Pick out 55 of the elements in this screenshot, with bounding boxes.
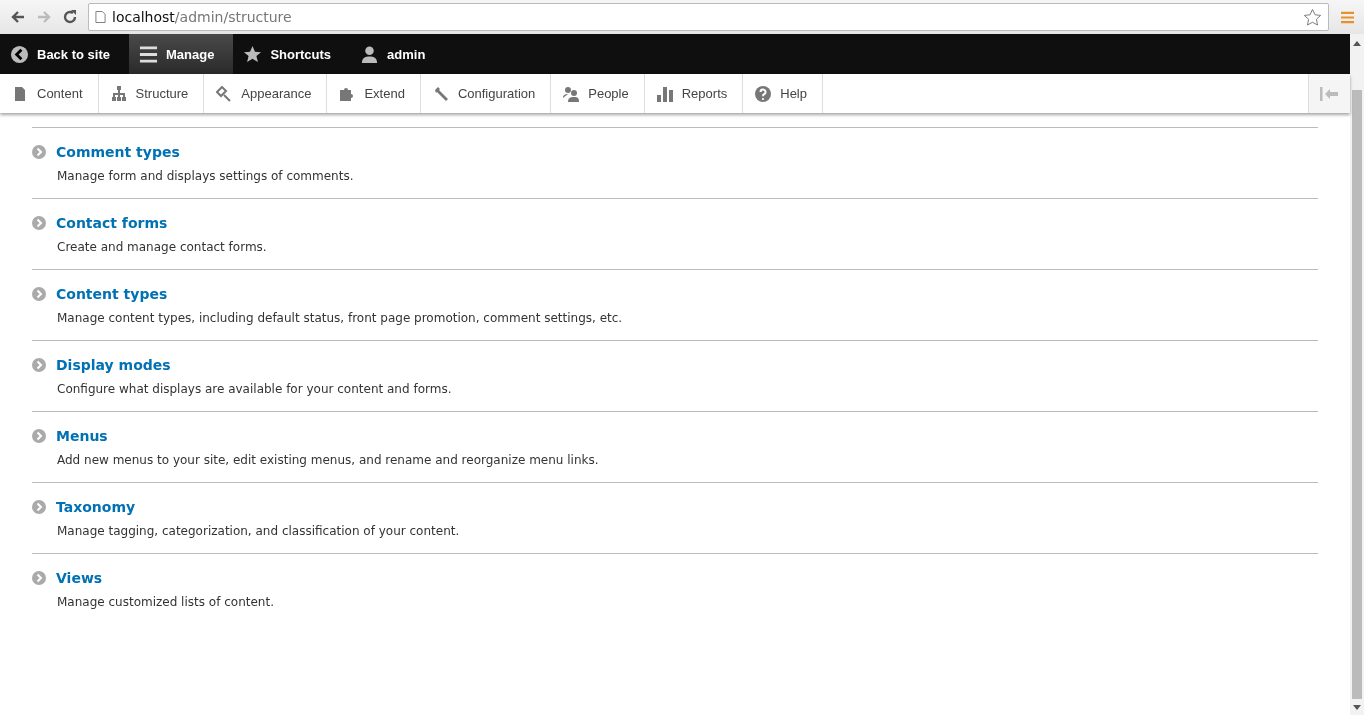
hierarchy-icon [110,85,127,102]
scroll-up-icon[interactable] [1353,40,1361,46]
section-description: Create and manage contact forms. [57,240,268,254]
toolbar-tab[interactable]: Shortcuts [233,34,351,74]
back-arrow-icon[interactable] [10,9,26,25]
chevron-circle-icon [32,358,46,372]
tray-tab[interactable]: Structure [98,74,205,113]
scroll-down-icon[interactable] [1353,705,1361,711]
tray-tab[interactable]: Extend [327,74,421,113]
tray-tab[interactable]: People [551,74,645,113]
back-circle-icon [10,44,29,64]
chevron-circle-icon [32,216,46,230]
section-description: Manage content types, including default status, front page promotion, comment settings, etc. [57,311,624,325]
puzzle-icon [339,85,356,102]
section-description: Configure what displays are available for your content and forms. [57,382,453,396]
menu-icon [139,44,158,64]
section-link[interactable]: Display modes [56,357,171,373]
section-description: Add new menus to your site, edit existing menus, and rename and reorganize menu links. [57,453,600,467]
collapse-arrow-icon [1319,86,1340,101]
star-icon [243,44,263,64]
person-icon [360,44,380,64]
tray-tab[interactable]: Reports [644,74,744,113]
tray-tab[interactable]: Help [743,74,823,113]
wrench-icon [432,85,449,102]
chevron-circle-icon [32,429,46,443]
bar-chart-icon [656,85,673,102]
section-link[interactable]: Menus [56,428,108,444]
section-link[interactable]: Contact forms [56,215,168,231]
tray-tab[interactable]: Configuration [420,74,552,113]
section-link[interactable]: Comment types [56,144,180,160]
star-outline-icon[interactable] [1303,7,1322,27]
section-link[interactable]: Taxonomy [56,499,136,515]
toolbar-tab[interactable]: Back to site [0,34,129,74]
brush-icon [216,85,233,102]
chevron-circle-icon [32,145,46,159]
toolbar-tab[interactable]: admin [350,34,445,74]
scrollbar[interactable] [1350,34,1364,715]
chevron-circle-icon [32,287,46,301]
people-icon [563,85,580,102]
section-description: Manage customized lists of content. [57,595,275,609]
chevron-circle-icon [32,571,46,585]
tray-tab[interactable]: Appearance [204,74,328,113]
section-link[interactable]: Views [56,570,103,586]
toolbar-tab[interactable]: Manage [129,34,234,74]
help-icon [755,85,772,102]
section-description: Manage tagging, categorization, and classification of your content. [57,524,461,538]
tray-tab[interactable]: Content [0,74,99,113]
section-link[interactable]: Content types [56,286,168,302]
chevron-circle-icon [32,500,46,514]
reload-icon[interactable] [62,9,78,25]
menu-icon[interactable] [1341,10,1354,24]
address-bar[interactable]: localhost/admin/structure [88,3,1329,31]
section-description: Manage form and displays settings of comments. [57,169,355,183]
document-icon [12,85,28,102]
page-icon [95,10,106,24]
